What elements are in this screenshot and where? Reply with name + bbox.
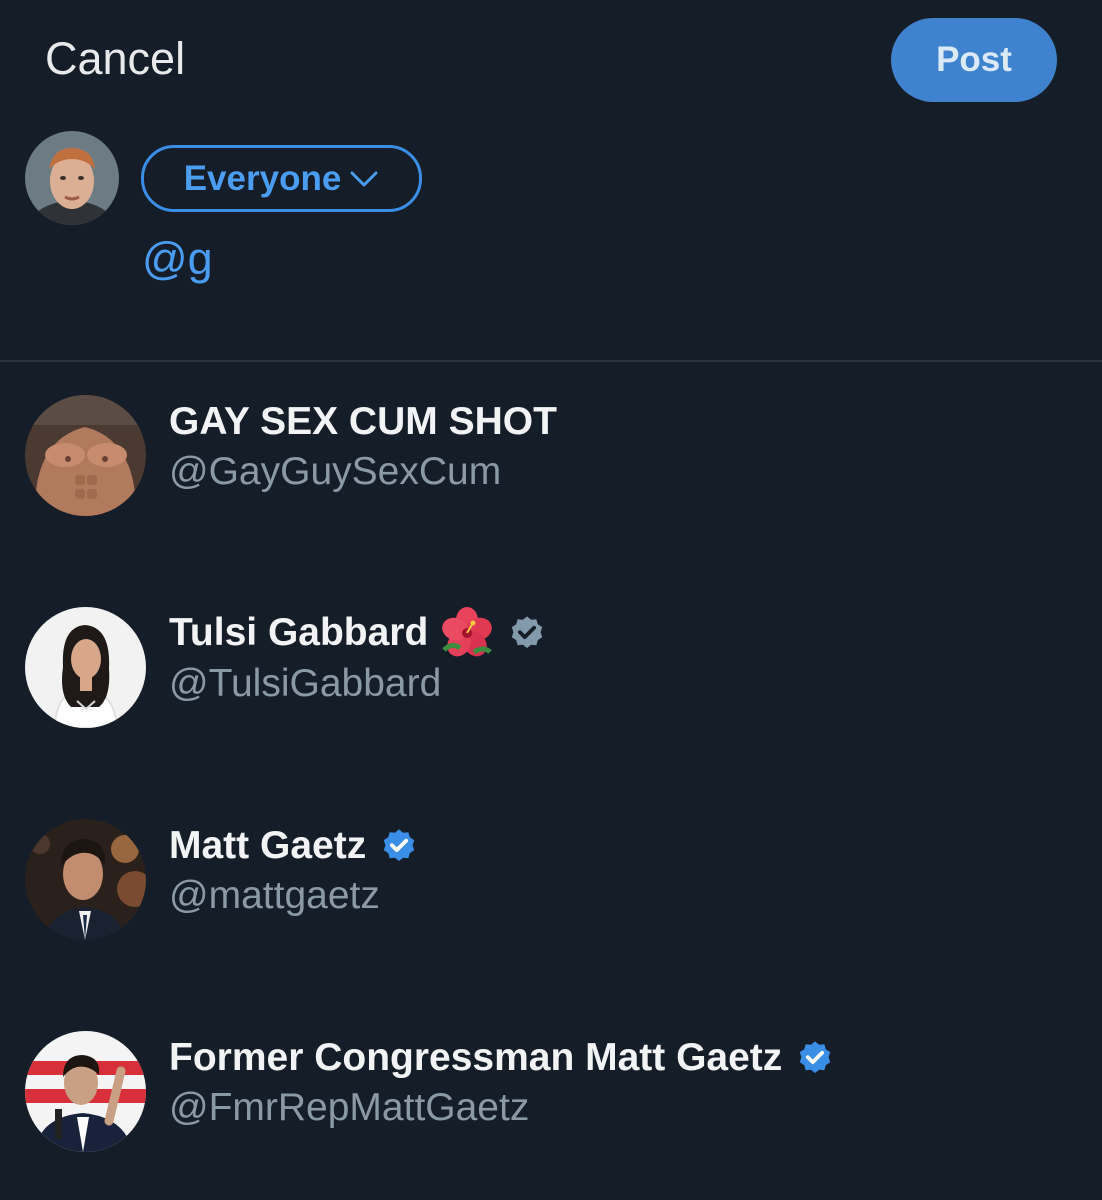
post-button[interactable]: Post [891,18,1057,102]
suggestion-name: GAY SEX CUM SHOT [169,400,557,443]
audience-selector[interactable]: Everyone [141,145,422,212]
audience-label: Everyone [183,158,342,198]
divider [0,360,1102,362]
avatar [25,819,146,940]
blue-verified-icon [384,829,415,862]
suggestion-handle: @FmrRepMattGaetz [169,1086,530,1129]
gray-verified-icon [512,616,543,649]
compose-text[interactable]: @g [142,233,213,285]
avatar [25,1031,146,1152]
cancel-button[interactable]: Cancel [45,33,185,85]
avatar [25,607,146,728]
avatar [25,395,146,516]
mention-suggestion-row[interactable]: Former Congressman Matt Gaetz @FmrRepMat… [0,1016,1102,1166]
suggestion-handle: @mattgaetz [169,874,380,917]
avatar[interactable] [25,131,119,225]
suggestion-handle: @TulsiGabbard [169,662,442,705]
suggestion-name: Tulsi Gabbard [169,606,546,660]
chevron-down-icon [350,171,378,186]
mention-suggestion-row[interactable]: Tulsi Gabbard @TulsiGabbard [0,592,1102,742]
suggestion-name: Former Congressman Matt Gaetz [169,1036,834,1080]
suggestion-handle: @GayGuySexCum [169,450,502,493]
mention-suggestion-row[interactable]: GAY SEX CUM SHOT @GayGuySexCum [0,380,1102,530]
suggestion-name: Matt Gaetz [169,824,418,868]
mention-suggestion-row[interactable]: Matt Gaetz @mattgaetz [0,804,1102,954]
blue-verified-icon [800,1041,831,1074]
hibiscus-icon [442,607,493,657]
